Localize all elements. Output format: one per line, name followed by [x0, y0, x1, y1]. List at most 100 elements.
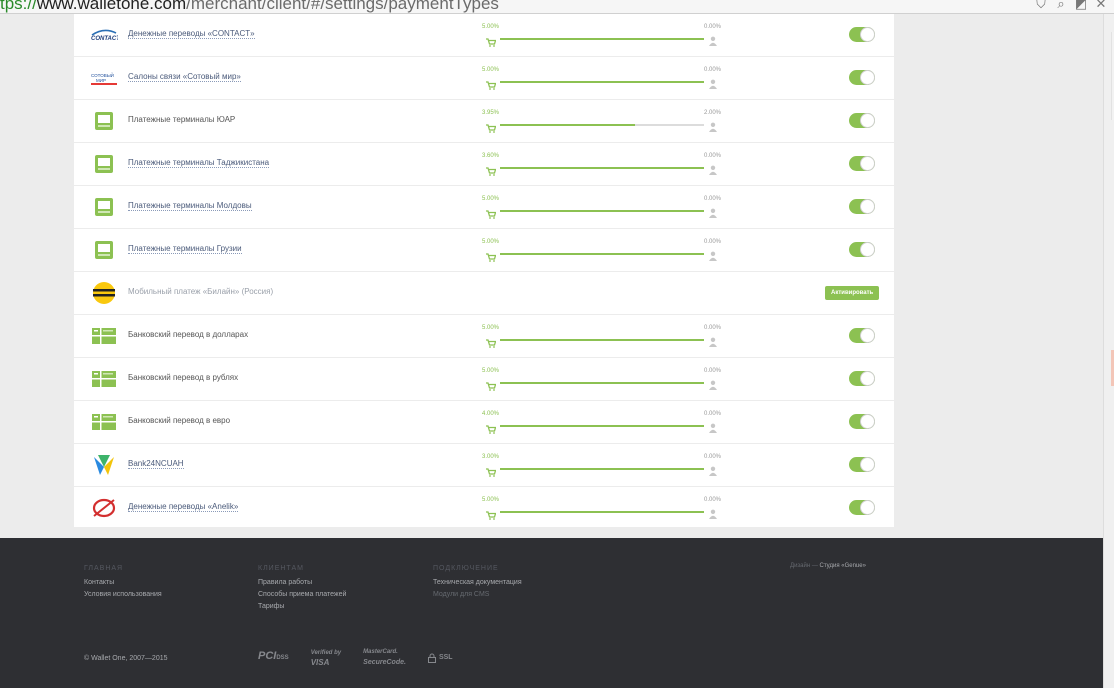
toggle-knob: [860, 70, 875, 85]
cart-icon: [486, 464, 497, 477]
payment-method-row: Банковский перевод в рублях 5.00% 0.00%: [74, 358, 894, 401]
fee-split-slider[interactable]: [500, 124, 704, 126]
payment-method-name[interactable]: Салоны связи «Сотовый мир»: [128, 72, 241, 82]
fee-split-fill: [500, 210, 704, 212]
client-fee-label: 0.00%: [704, 24, 722, 30]
footer-column-clients: Клиентам Правила работы Способы приема п…: [258, 565, 346, 615]
payment-method-row: СОТОВЫЙ МИР Салоны связи «Сотовый мир» 5.00…: [74, 57, 894, 100]
fee-split-fill: [500, 382, 704, 384]
payment-method-name[interactable]: Мобильный платеж «Билайн» (Россия): [128, 287, 273, 296]
client-fee-label: 0.00%: [704, 325, 722, 331]
user-icon: [709, 33, 717, 46]
cart-icon: [486, 120, 497, 133]
payment-method-row: Платежные терминалы ЮАР 3.95% 2.00%: [74, 100, 894, 143]
merchant-fee-label: 5.00%: [482, 497, 500, 503]
enable-toggle[interactable]: [849, 156, 875, 171]
client-fee-label: 0.00%: [704, 368, 722, 374]
terminal-icon: [90, 152, 118, 176]
fee-split-slider[interactable]: [500, 253, 704, 255]
enable-toggle[interactable]: [849, 457, 875, 472]
toggle-knob: [860, 156, 875, 171]
search-icon[interactable]: ⌕: [1054, 0, 1068, 11]
payment-method-row: Мобильный платеж «Билайн» (Россия) Активи…: [74, 272, 894, 315]
extension-icon[interactable]: ◩: [1074, 0, 1088, 11]
fee-split-slider[interactable]: [500, 38, 704, 40]
enable-toggle[interactable]: [849, 70, 875, 85]
payment-method-name[interactable]: Платежные терминалы Молдовы: [128, 201, 252, 211]
enable-toggle[interactable]: [849, 371, 875, 386]
toggle-knob: [860, 113, 875, 128]
payment-method-name[interactable]: Денежные переводы «Anelik»: [128, 502, 239, 512]
activate-button[interactable]: Активировать: [825, 286, 880, 300]
payment-methods-panel: CONTACT Денежные переводы «CONTACT» 5.00% 0…: [74, 14, 894, 530]
terminal-icon: [90, 195, 118, 219]
fee-split-slider[interactable]: [500, 425, 704, 427]
fee-split-slider[interactable]: [500, 167, 704, 169]
payment-method-name[interactable]: Платежные терминалы ЮАР: [128, 115, 235, 124]
fee-split-slider[interactable]: [500, 81, 704, 83]
payment-method-name[interactable]: Платежные терминалы Грузии: [128, 244, 242, 254]
footer-link-terms[interactable]: Условия использования: [84, 591, 162, 598]
fee-split-slider[interactable]: [500, 382, 704, 384]
payment-method-name[interactable]: Банковский перевод в рублях: [128, 373, 238, 382]
terminal-icon: [90, 238, 118, 262]
ssl-badge: SSL: [427, 653, 453, 663]
fee-split-fill: [500, 468, 704, 470]
shield-icon[interactable]: ⛉: [1034, 0, 1048, 11]
payment-method-name[interactable]: Платежные терминалы Таджикистана: [128, 158, 270, 168]
user-icon: [709, 205, 717, 218]
fee-split-fill: [500, 167, 704, 169]
tools-icon[interactable]: ✕: [1094, 0, 1108, 11]
footer-link-rules[interactable]: Правила работы: [258, 579, 346, 586]
user-icon: [709, 119, 717, 132]
vertical-scrollbar[interactable]: [1103, 14, 1114, 688]
payment-method-row: Платежные терминалы Молдовы 5.00% 0.00%: [74, 186, 894, 229]
payment-method-name[interactable]: Банковский перевод в долларах: [128, 330, 248, 339]
footer-link-payment-methods[interactable]: Способы приема платежей: [258, 591, 346, 598]
enable-toggle[interactable]: [849, 328, 875, 343]
merchant-fee-label: 5.00%: [482, 196, 500, 202]
design-studio-link[interactable]: Студия «Genue»: [820, 563, 866, 569]
user-icon: [709, 162, 717, 175]
enable-toggle[interactable]: [849, 113, 875, 128]
merchant-fee-label: 5.00%: [482, 325, 500, 331]
pci-dss-badge: PCIDSS: [258, 650, 289, 662]
security-badges: PCIDSS Verified by VISA MasterCard. Secu…: [258, 648, 453, 667]
footer-link-tariffs[interactable]: Тарифы: [258, 603, 346, 610]
enable-toggle[interactable]: [849, 500, 875, 515]
fee-split-fill: [500, 425, 704, 427]
svg-text:СОТОВЫЙ: СОТОВЫЙ: [91, 71, 114, 78]
user-icon: [709, 334, 717, 347]
enable-toggle[interactable]: [849, 199, 875, 214]
cart-icon: [486, 249, 497, 262]
fee-split-slider[interactable]: [500, 339, 704, 341]
footer-link-contacts[interactable]: Контакты: [84, 579, 162, 586]
enable-toggle[interactable]: [849, 242, 875, 257]
fee-split-fill: [500, 38, 704, 40]
fee-split-slider[interactable]: [500, 210, 704, 212]
beeline-logo: [90, 281, 118, 305]
payment-method-name[interactable]: Банковский перевод в евро: [128, 416, 230, 425]
fee-split-fill: [500, 124, 635, 126]
payment-method-name[interactable]: Денежные переводы «CONTACT»: [128, 29, 255, 39]
anelik-logo: [90, 496, 118, 520]
footer-link-tech-docs[interactable]: Техническая документация: [433, 579, 522, 586]
url-text[interactable]: tps://www.walletone.com/merchant/client/…: [0, 0, 499, 13]
fee-split-fill: [500, 511, 704, 513]
bank-transfer-icon: [90, 324, 118, 348]
payment-method-row: Платежные терминалы Таджикистана 3.60% 0.0…: [74, 143, 894, 186]
fee-split-slider[interactable]: [500, 468, 704, 470]
enable-toggle[interactable]: [849, 27, 875, 42]
toggle-knob: [860, 27, 875, 42]
enable-toggle[interactable]: [849, 414, 875, 429]
footer-link-cms-modules[interactable]: Модули для CMS: [433, 591, 522, 598]
browser-address-bar[interactable]: tps://www.walletone.com/merchant/client/…: [0, 0, 1114, 14]
footer-heading: Подключение: [433, 565, 499, 572]
fee-split-slider[interactable]: [500, 511, 704, 513]
cart-icon: [486, 206, 497, 219]
cart-icon: [486, 163, 497, 176]
payment-method-name[interactable]: Bank24NCUAH: [128, 459, 184, 469]
client-fee-label: 0.00%: [704, 454, 722, 460]
merchant-fee-label: 3.60%: [482, 153, 500, 159]
user-icon: [709, 377, 717, 390]
